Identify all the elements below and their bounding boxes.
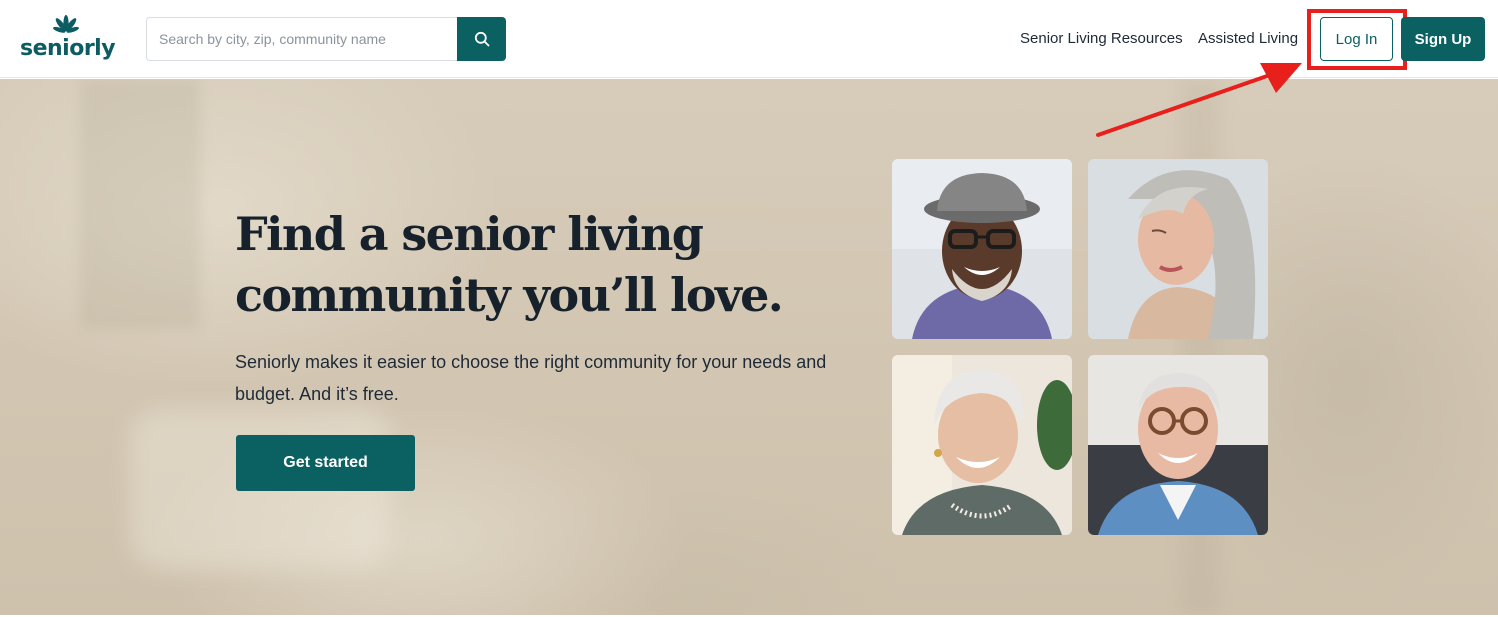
search-bar xyxy=(146,17,506,61)
hero-title: Find a senior living community you’ll lo… xyxy=(235,207,784,322)
nav-link-senior-living-resources[interactable]: Senior Living Resources xyxy=(1020,30,1183,47)
leaf-logo-icon xyxy=(53,15,79,33)
smiling-man-with-glasses-photo xyxy=(1088,355,1268,535)
hero-section: Find a senior living community you’ll lo… xyxy=(0,79,1498,615)
seniorly-logo[interactable]: seniorly xyxy=(20,14,116,64)
smiling-older-woman-photo xyxy=(892,355,1072,535)
search-button[interactable] xyxy=(457,17,506,61)
nav-link-assisted-living[interactable]: Assisted Living xyxy=(1198,30,1298,47)
search-input[interactable] xyxy=(146,17,458,61)
get-started-button[interactable]: Get started xyxy=(236,435,415,491)
hero-subtitle: Seniorly makes it easier to choose the r… xyxy=(235,352,827,404)
annotation-arrow xyxy=(1096,63,1302,137)
woman-with-gray-hair-photo xyxy=(1088,159,1268,339)
sign-up-button[interactable]: Sign Up xyxy=(1401,17,1485,61)
background-frame-blur xyxy=(80,79,200,329)
smiling-man-with-hat-photo xyxy=(892,159,1072,339)
logo-wordmark: seniorly xyxy=(20,36,116,61)
log-in-button[interactable]: Log In xyxy=(1320,17,1393,61)
search-icon xyxy=(474,31,489,47)
